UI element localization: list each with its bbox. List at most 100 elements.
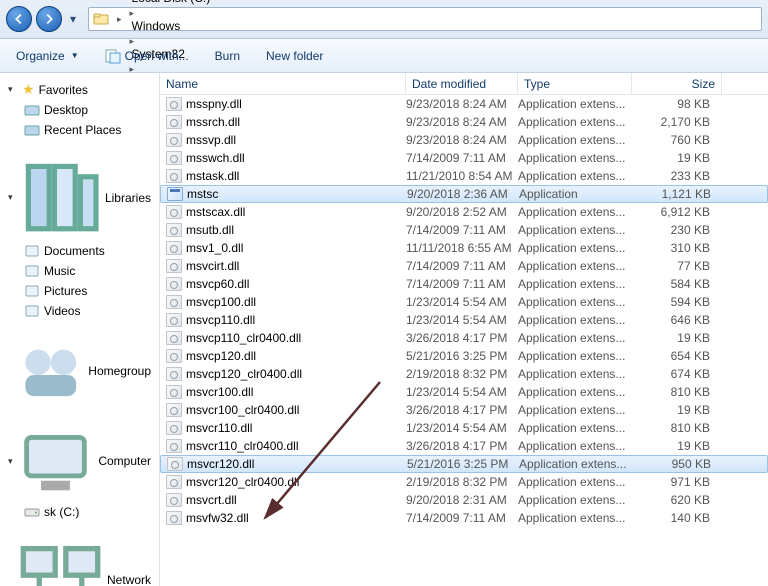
file-type: Application extens... bbox=[518, 151, 632, 165]
file-type: Application extens... bbox=[518, 169, 632, 183]
homegroup-icon bbox=[17, 337, 85, 405]
network-item[interactable]: ▸ Network bbox=[0, 536, 159, 586]
breadcrumb-segment[interactable]: Windows bbox=[126, 19, 215, 33]
sidebar-item[interactable]: Documents bbox=[0, 241, 159, 261]
file-size: 140 KB bbox=[632, 511, 722, 525]
computer-icon bbox=[17, 423, 94, 500]
file-type: Application extens... bbox=[518, 259, 632, 273]
file-size: 760 KB bbox=[632, 133, 722, 147]
navigation-pane: ▾ ★ Favorites DesktopRecent Places ▾ Lib… bbox=[0, 73, 160, 586]
file-size: 620 KB bbox=[632, 493, 722, 507]
file-row[interactable]: mstsc9/20/2018 2:36 AMApplication1,121 K… bbox=[160, 185, 768, 203]
open-with-button[interactable]: Open with... bbox=[97, 45, 197, 67]
file-size: 654 KB bbox=[632, 349, 722, 363]
column-header-type[interactable]: Type bbox=[518, 73, 632, 94]
breadcrumb-segment[interactable]: Local Disk (C:) bbox=[126, 0, 215, 5]
file-row[interactable]: mssrch.dll9/23/2018 8:24 AMApplication e… bbox=[160, 113, 768, 131]
file-row[interactable]: msvcr120_clr0400.dll2/19/2018 8:32 PMApp… bbox=[160, 473, 768, 491]
file-row[interactable]: mstscax.dll9/20/2018 2:52 AMApplication … bbox=[160, 203, 768, 221]
library-icon bbox=[24, 303, 40, 319]
favorites-header[interactable]: ▾ ★ Favorites bbox=[0, 79, 159, 100]
file-row[interactable]: msutb.dll7/14/2009 7:11 AMApplication ex… bbox=[160, 221, 768, 239]
file-type: Application extens... bbox=[518, 133, 632, 147]
sidebar-item-drive[interactable]: sk (C:) bbox=[0, 502, 159, 522]
file-name: msvcp60.dll bbox=[186, 277, 249, 291]
file-row[interactable]: mstask.dll 11/21/2010 8:54 AMApplication … bbox=[160, 167, 768, 185]
file-row[interactable]: msvfw32.dll7/14/2009 7:11 AMApplication … bbox=[160, 509, 768, 527]
file-type: Application bbox=[519, 187, 633, 201]
homegroup-item[interactable]: ▸ Homegroup bbox=[0, 335, 159, 407]
file-date: 2/19/2018 8:32 PM bbox=[406, 367, 518, 381]
nav-history-dropdown[interactable]: ▾ bbox=[66, 10, 80, 28]
file-date: 1/23/2014 5:54 AM bbox=[406, 421, 518, 435]
file-row[interactable]: msvcp100.dll1/23/2014 5:54 AMApplication… bbox=[160, 293, 768, 311]
column-header-date[interactable]: Date modified bbox=[406, 73, 518, 94]
file-name: msswch.dll bbox=[186, 151, 245, 165]
sidebar-item[interactable]: Recent Places bbox=[0, 120, 159, 140]
file-row[interactable]: msvcp110.dll1/23/2014 5:54 AMApplication… bbox=[160, 311, 768, 329]
column-header-size[interactable]: Size bbox=[632, 73, 722, 94]
dll-icon bbox=[166, 439, 182, 453]
file-type: Application extens... bbox=[518, 349, 632, 363]
file-date: 7/14/2009 7:11 AM bbox=[406, 151, 518, 165]
file-size: 2,170 KB bbox=[632, 115, 722, 129]
file-size: 19 KB bbox=[632, 151, 722, 165]
file-size: 19 KB bbox=[632, 439, 722, 453]
file-type: Application extens... bbox=[518, 295, 632, 309]
file-type: Application extens... bbox=[518, 277, 632, 291]
dll-icon bbox=[166, 385, 182, 399]
file-row[interactable]: msvcr110_clr0400.dll3/26/2018 4:17 PMApp… bbox=[160, 437, 768, 455]
dll-icon bbox=[166, 115, 182, 129]
file-name: msvcr120.dll bbox=[187, 457, 254, 471]
file-row[interactable]: msvcp110_clr0400.dll3/26/2018 4:17 PMApp… bbox=[160, 329, 768, 347]
file-date: 7/14/2009 7:11 AM bbox=[406, 277, 518, 291]
file-name: mstask.dll bbox=[186, 169, 239, 183]
file-row[interactable]: mssvp.dll9/23/2018 8:24 AMApplication ex… bbox=[160, 131, 768, 149]
dll-icon bbox=[166, 403, 182, 417]
file-row[interactable]: msvcp60.dll 7/14/2009 7:11 AMApplication … bbox=[160, 275, 768, 293]
sidebar-item[interactable]: Desktop bbox=[0, 100, 159, 120]
column-header-name[interactable]: Name bbox=[160, 73, 406, 94]
file-row[interactable]: msspny.dll9/23/2018 8:24 AMApplication e… bbox=[160, 95, 768, 113]
file-name: msvcrt.dll bbox=[186, 493, 237, 507]
file-type: Application extens... bbox=[518, 475, 632, 489]
file-date: 9/23/2018 8:24 AM bbox=[406, 133, 518, 147]
file-row[interactable]: msv1_0.dll11/11/2018 6:55 AMApplication … bbox=[160, 239, 768, 257]
chevron-right-icon[interactable]: ▸ bbox=[126, 8, 139, 18]
computer-header[interactable]: ▾ Computer bbox=[0, 421, 159, 502]
file-row[interactable]: msvcp120_clr0400.dll2/19/2018 8:32 PMApp… bbox=[160, 365, 768, 383]
dll-icon bbox=[166, 277, 182, 291]
file-size: 971 KB bbox=[632, 475, 722, 489]
file-row[interactable]: msvcp120.dll5/21/2016 3:25 PMApplication… bbox=[160, 347, 768, 365]
burn-button[interactable]: Burn bbox=[207, 46, 248, 66]
sidebar-item[interactable]: Pictures bbox=[0, 281, 159, 301]
file-row[interactable]: msvcr100.dll1/23/2014 5:54 AMApplication… bbox=[160, 383, 768, 401]
new-folder-button[interactable]: New folder bbox=[258, 46, 331, 66]
organize-button[interactable]: Organize▼ bbox=[8, 46, 87, 66]
file-size: 19 KB bbox=[632, 403, 722, 417]
file-row[interactable]: msvcr110.dll1/23/2014 5:54 AMApplication… bbox=[160, 419, 768, 437]
dll-icon bbox=[166, 511, 182, 525]
file-date: 11/21/2010 8:54 AM bbox=[406, 169, 518, 183]
dll-icon bbox=[166, 241, 182, 255]
file-type: Application extens... bbox=[518, 493, 632, 507]
sidebar-item[interactable]: Videos bbox=[0, 301, 159, 321]
file-row[interactable]: msvcirt.dll7/14/2009 7:11 AMApplication … bbox=[160, 257, 768, 275]
nav-forward-button[interactable] bbox=[36, 6, 62, 32]
network-icon bbox=[18, 538, 103, 586]
file-date: 9/20/2018 2:31 AM bbox=[406, 493, 518, 507]
file-name: msvcp100.dll bbox=[186, 295, 256, 309]
libraries-header[interactable]: ▾ Libraries bbox=[0, 154, 159, 241]
file-row[interactable]: msvcr100_clr0400.dll3/26/2018 4:17 PMApp… bbox=[160, 401, 768, 419]
file-row[interactable]: msvcrt.dll 9/20/2018 2:31 AMApplication e… bbox=[160, 491, 768, 509]
file-size: 77 KB bbox=[632, 259, 722, 273]
address-bar[interactable]: ▸ Computer▸Local Disk (C:)▸Windows▸Syste… bbox=[88, 7, 762, 31]
library-icon bbox=[24, 243, 40, 259]
expand-icon: ▾ bbox=[8, 84, 18, 95]
file-row[interactable]: msswch.dll 7/14/2009 7:11 AMApplication e… bbox=[160, 149, 768, 167]
file-row[interactable]: msvcr120.dll5/21/2016 3:25 PMApplication… bbox=[160, 455, 768, 473]
nav-back-button[interactable] bbox=[6, 6, 32, 32]
sidebar-item[interactable]: Music bbox=[0, 261, 159, 281]
file-size: 98 KB bbox=[632, 97, 722, 111]
file-name: msvcp120_clr0400.dll bbox=[186, 367, 302, 381]
